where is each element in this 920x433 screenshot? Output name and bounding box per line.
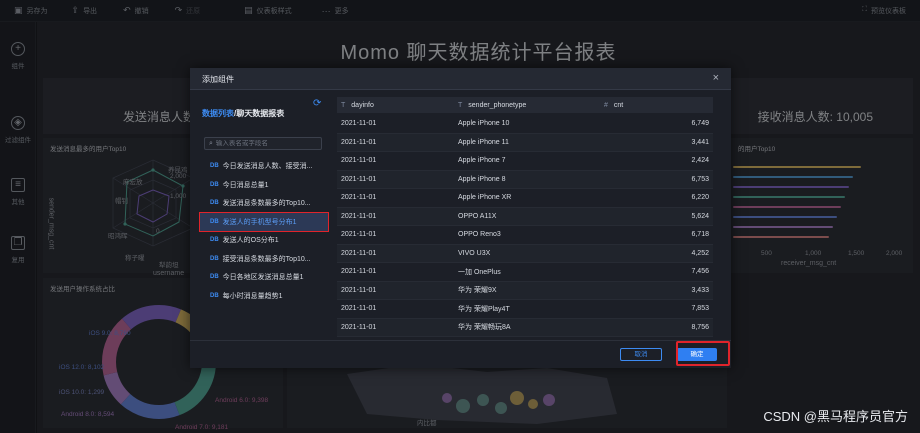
table-cell: 4,252 <box>691 249 709 257</box>
table-cell: 6,220 <box>691 194 709 202</box>
table-list-item[interactable]: DB 今日发送消息人数、接受消... <box>200 157 328 176</box>
table-cell: 2021-11-01 <box>341 138 377 146</box>
table-row: 2021-11-01 华为 荣耀9X 3,433 <box>337 281 713 300</box>
table-cell: 2021-11-01 <box>341 120 377 128</box>
table-list-item[interactable]: DB 每小时消息量趋势1 <box>200 287 328 306</box>
table-row: 2021-11-01 Apple iPhone 10 6,749 <box>337 115 713 134</box>
table-row: 2021-11-01 OPPO Reno3 6,718 <box>337 226 713 245</box>
table-cell: 2,424 <box>691 157 709 165</box>
cancel-button[interactable]: 取消 <box>620 348 662 361</box>
breadcrumb-leaf: 聊天数据报表 <box>236 109 285 118</box>
refresh-icon[interactable]: ⟳ <box>313 98 321 109</box>
table-row: 2021-11-01 Apple iPhone 11 3,441 <box>337 133 713 152</box>
table-cell: 2021-11-01 <box>341 231 377 239</box>
text-type-icon: T <box>458 101 463 109</box>
table-cell: 2021-11-01 <box>341 305 377 313</box>
number-type-icon: # <box>604 101 608 109</box>
database-icon: DB <box>210 237 219 244</box>
column-header[interactable]: Tdayinfo <box>337 97 454 113</box>
table-cell: Apple iPhone XR <box>458 194 512 202</box>
table-cell: 2021-11-01 <box>341 175 377 183</box>
table-cell: 2021-11-01 <box>341 212 377 220</box>
dialog-header: 添加组件 × <box>190 68 731 90</box>
table-row: 2021-11-01 OPPO A11X 5,624 <box>337 207 713 226</box>
table-cell: 7,456 <box>691 268 709 276</box>
breadcrumb: 数据列表/聊天数据报表 <box>202 109 285 118</box>
database-icon: DB <box>210 200 219 207</box>
table-cell: 华为 荣耀畅玩8A <box>458 324 511 332</box>
table-cell: 8,756 <box>691 323 709 331</box>
add-component-dialog: 添加组件 × 数据列表/聊天数据报表 ⟳ ⌕ DB今日发送消息人数、接受消...… <box>190 68 731 368</box>
confirm-highlight-box <box>676 341 730 366</box>
table-list-item[interactable]: DB 发送消息条数最多的Top10... <box>200 194 328 213</box>
table-cell: 2021-11-01 <box>341 323 377 331</box>
table-cell: 6,718 <box>691 231 709 239</box>
table-row: 2021-11-01 华为 荣耀畅玩8A 8,756 <box>337 318 713 337</box>
table-list-item[interactable]: DB 发送人的OS分布1 <box>200 231 328 250</box>
table-row: 2021-11-01 Apple iPhone 8 6,753 <box>337 170 713 189</box>
table-row: 2021-11-01 Apple iPhone 7 2,424 <box>337 152 713 171</box>
close-icon[interactable]: × <box>713 72 719 84</box>
table-cell: 2021-11-01 <box>341 157 377 165</box>
database-icon: DB <box>210 163 219 170</box>
database-icon: DB <box>210 218 219 225</box>
column-header[interactable]: # cnt <box>600 97 713 113</box>
table-list: DB 今日发送消息人数、接受消... DB 今日消息总量1 DB 发送消息条数最多的T… <box>199 157 329 306</box>
table-header-row: Tdayinfo Tsender_phonetype # cnt <box>337 97 713 113</box>
table-cell: VIVO U3X <box>458 249 491 257</box>
table-cell: 6,753 <box>691 175 709 183</box>
database-icon: DB <box>210 255 219 262</box>
table-cell: 华为 荣耀Play4T <box>458 305 510 313</box>
table-cell: Apple iPhone 10 <box>458 120 510 128</box>
table-row: 2021-11-01 一加 OnePlus 7,456 <box>337 263 713 282</box>
table-cell: OPPO Reno3 <box>458 231 501 239</box>
database-icon: DB <box>210 274 219 281</box>
text-type-icon: T <box>341 101 346 109</box>
table-cell: 一加 OnePlus <box>458 268 501 276</box>
dialog-title: 添加组件 <box>202 75 234 84</box>
breadcrumb-root[interactable]: 数据列表 <box>202 109 234 118</box>
table-row: 2021-11-01 华为 荣耀Play4T 7,853 <box>337 300 713 319</box>
table-cell: 华为 荣耀9X <box>458 287 497 295</box>
data-preview-pane: Tdayinfo Tsender_phonetype # cnt 2021-11-… <box>337 94 713 338</box>
table-cell: 7,853 <box>691 305 709 313</box>
dialog-footer: 取消 确定 <box>190 340 731 368</box>
table-cell: OPPO A11X <box>458 212 497 220</box>
table-cell: 2021-11-01 <box>341 249 377 257</box>
table-list-item[interactable]: DB 接受消息条数最多的Top10... <box>200 250 328 269</box>
table-list-item[interactable]: DB 今日消息总量1 <box>200 176 328 195</box>
search-icon: ⌕ <box>209 139 213 147</box>
table-search-input[interactable] <box>215 140 316 147</box>
table-cell: 2021-11-01 <box>341 286 377 294</box>
table-cell: Apple iPhone 11 <box>458 138 509 146</box>
table-cell: 2021-11-01 <box>341 268 377 276</box>
database-icon: DB <box>210 292 219 299</box>
table-cell: 2021-11-01 <box>341 194 377 202</box>
watermark: CSDN @黑马程序员官方 <box>763 409 908 424</box>
table-row: 2021-11-01 Apple iPhone XR 6,220 <box>337 189 713 208</box>
table-cell: 3,433 <box>691 286 709 294</box>
table-list-item-active[interactable]: DB 发送人的手机型号分布1 <box>199 211 329 232</box>
table-cell: Apple iPhone 7 <box>458 157 506 165</box>
table-list-item[interactable]: DB 今日各地区发送消息总量1 <box>200 268 328 287</box>
table-search-box[interactable]: ⌕ <box>204 137 322 150</box>
table-cell: Apple iPhone 8 <box>458 175 506 183</box>
table-cell: 5,624 <box>691 212 709 220</box>
table-row: 2021-11-01 VIVO U3X 4,252 <box>337 244 713 263</box>
table-cell: 3,441 <box>691 138 709 146</box>
table-cell: 6,749 <box>691 120 709 128</box>
column-header[interactable]: Tsender_phonetype <box>454 97 600 113</box>
database-icon: DB <box>210 181 219 188</box>
